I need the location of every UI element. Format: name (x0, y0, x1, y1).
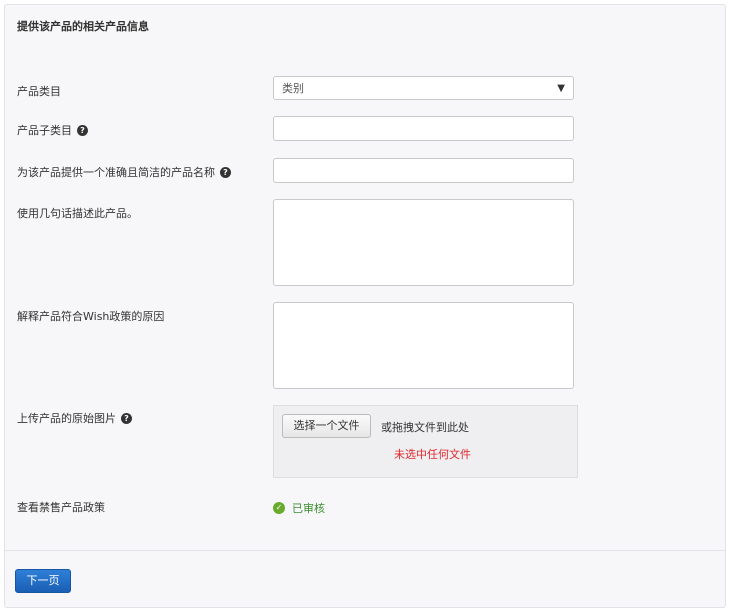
file-status: 未选中任何文件 (394, 448, 471, 461)
check-circle-icon: ✓ (273, 502, 285, 514)
reason-label-text: 解释产品符合Wish政策的原因 (17, 310, 165, 323)
help-icon[interactable]: ? (121, 412, 132, 424)
drag-hint: 或拖拽文件到此处 (381, 421, 469, 434)
policy-label: 查看禁售产品政策 (17, 499, 105, 515)
category-label-text: 产品类目 (17, 85, 61, 98)
category-select[interactable]: 类别 ▼ (273, 76, 574, 100)
panel-title: 提供该产品的相关产品信息 (17, 20, 149, 33)
policy-status-text: 已审核 (292, 502, 325, 515)
product-name-label: 为该产品提供一个准确且简洁的产品名称? (17, 164, 231, 180)
category-value: 类别 (282, 82, 304, 95)
description-label: 使用几句话描述此产品。 (17, 205, 138, 221)
reason-textarea[interactable] (273, 302, 574, 389)
choose-file-button[interactable]: 选择一个文件 (282, 414, 371, 438)
upload-label: 上传产品的原始图片? (17, 410, 132, 426)
category-label: 产品类目 (17, 83, 61, 99)
product-info-panel: 提供该产品的相关产品信息 产品类目 类别 ▼ 产品子类目? 为该产品提供一个准确… (4, 4, 726, 608)
help-icon[interactable]: ? (77, 124, 88, 136)
reason-label: 解释产品符合Wish政策的原因 (17, 308, 164, 324)
subcategory-label: 产品子类目? (17, 122, 88, 138)
dropdown-arrow-icon: ▼ (557, 82, 565, 94)
upload-label-text: 上传产品的原始图片 (17, 412, 116, 425)
file-drop-zone[interactable]: 选择一个文件 或拖拽文件到此处 未选中任何文件 (273, 405, 578, 478)
footer-divider (5, 550, 725, 551)
policy-label-text: 查看禁售产品政策 (17, 501, 105, 514)
product-name-input[interactable] (273, 158, 574, 183)
next-page-button[interactable]: 下一页 (15, 569, 71, 593)
subcategory-label-text: 产品子类目 (17, 124, 72, 137)
description-textarea[interactable] (273, 199, 574, 286)
subcategory-input[interactable] (273, 116, 574, 141)
product-name-label-text: 为该产品提供一个准确且简洁的产品名称 (17, 166, 215, 179)
description-label-text: 使用几句话描述此产品。 (17, 207, 138, 220)
policy-status: ✓ 已审核 (273, 500, 325, 516)
help-icon[interactable]: ? (220, 166, 231, 178)
